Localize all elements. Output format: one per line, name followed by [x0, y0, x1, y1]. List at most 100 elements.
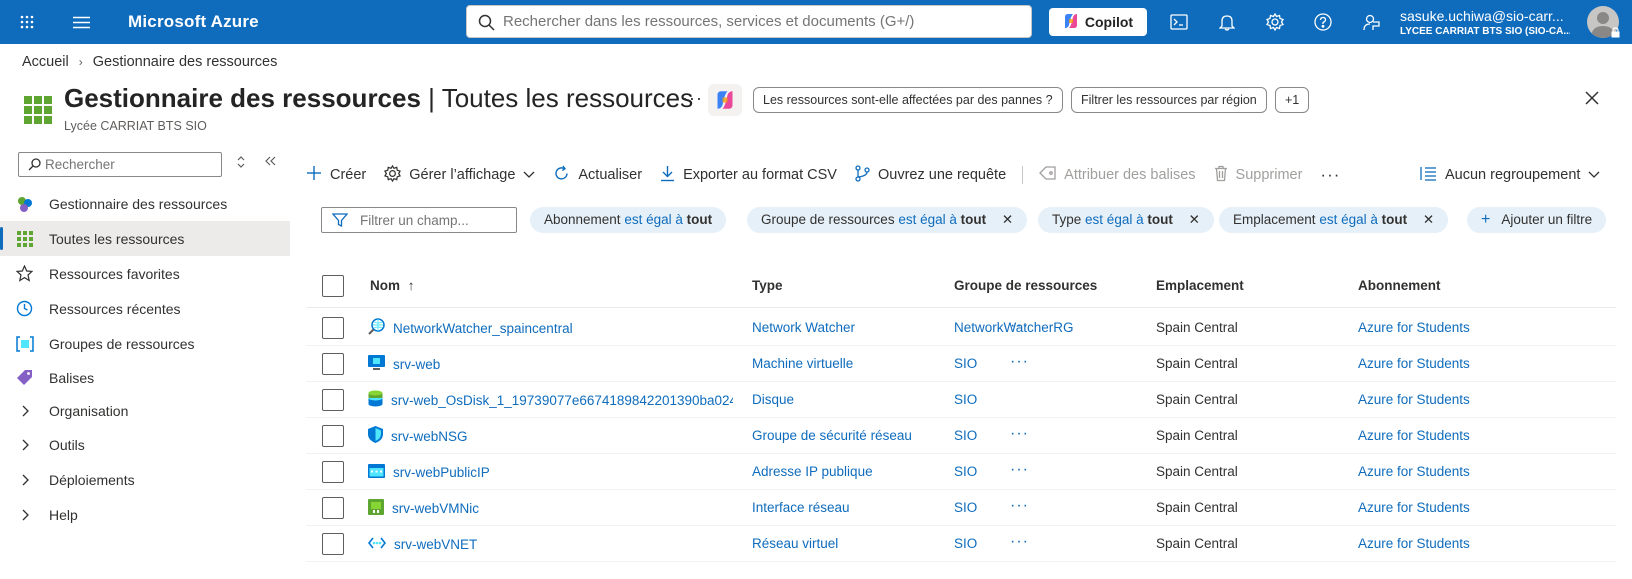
cell-subscription[interactable]: Azure for Students [1358, 418, 1470, 454]
sidebar-search[interactable] [18, 152, 222, 177]
refresh-button[interactable]: Actualiser [553, 165, 642, 186]
manage-view-button[interactable]: Gérer l’affichage [384, 164, 535, 186]
assign-tags-button[interactable]: Attribuer des balises [1039, 166, 1196, 184]
cloud-shell-icon[interactable] [1164, 0, 1194, 44]
row-checkbox[interactable] [322, 533, 344, 555]
filter-chip-location[interactable]: Emplacement est égal à tout ✕ [1219, 207, 1449, 233]
copilot-suggestion-icon[interactable] [708, 84, 742, 116]
cell-type[interactable]: Groupe de sécurité réseau [752, 418, 912, 454]
sidebar-item-help[interactable]: Help [0, 497, 290, 532]
help-icon[interactable] [1308, 0, 1338, 44]
resource-name-link[interactable]: srv-web [393, 357, 440, 372]
row-checkbox[interactable] [322, 317, 344, 339]
cell-group[interactable]: SIO [954, 454, 977, 490]
collapse-sidebar-icon[interactable] [264, 155, 276, 170]
col-group-header[interactable]: Groupe de ressources [954, 278, 1097, 293]
cell-subscription[interactable]: Azure for Students [1358, 382, 1470, 418]
sidebar-item-resource-manager[interactable]: Gestionnaire des ressources [0, 186, 290, 221]
add-filter-button[interactable]: + Ajouter un filtre [1467, 207, 1607, 233]
resource-name-link[interactable]: NetworkWatcher_spaincentral [393, 321, 573, 336]
cell-type[interactable]: Disque [752, 382, 794, 418]
close-icon[interactable] [1584, 90, 1600, 109]
resource-name-link[interactable]: srv-webNSG [391, 429, 468, 444]
sidebar-item-resource-groups[interactable]: Groupes de ressources [0, 326, 290, 361]
resource-name-link[interactable]: srv-webVNET [394, 537, 477, 552]
row-checkbox[interactable] [322, 353, 344, 375]
cell-subscription[interactable]: Azure for Students [1358, 526, 1470, 562]
filter-field-input[interactable] [360, 208, 510, 232]
filter-chip-resource-group[interactable]: Groupe de ressources est égal à tout ✕ [747, 207, 1028, 233]
chip-close-icon[interactable]: ✕ [1002, 212, 1013, 227]
global-search-input[interactable] [503, 7, 1023, 36]
export-csv-button[interactable]: Exporter au format CSV [660, 165, 837, 186]
cell-group[interactable]: NetworkWatcherRG [954, 310, 1074, 346]
row-more-button[interactable]: ··· [1010, 454, 1029, 486]
cell-subscription[interactable]: Azure for Students [1358, 310, 1470, 346]
breadcrumb-home[interactable]: Accueil [22, 54, 69, 70]
filter-field[interactable] [321, 207, 517, 233]
cell-type[interactable]: Network Watcher [752, 310, 855, 346]
cell-subscription[interactable]: Azure for Students [1358, 454, 1470, 490]
chip-close-icon[interactable]: ✕ [1423, 212, 1434, 227]
resource-name-link[interactable]: srv-webVMNic [392, 501, 479, 516]
table-row[interactable]: NetworkWatcher_spaincentral ··· Network … [306, 310, 1616, 346]
table-row[interactable]: srv-webVMNic ··· Interface réseau SIO Sp… [306, 490, 1616, 526]
row-checkbox[interactable] [322, 389, 344, 411]
table-row[interactable]: srv-web_OsDisk_1_19739077e66741898422013… [306, 382, 1616, 418]
sidebar-item-all-resources[interactable]: Toutes les ressources [0, 221, 290, 256]
sidebar-item-organisation[interactable]: Organisation [0, 393, 290, 428]
resource-name-link[interactable]: srv-web_OsDisk_1_19739077e66741898422013… [391, 393, 733, 408]
cell-group[interactable]: SIO [954, 526, 977, 562]
row-more-button[interactable]: ··· [1010, 526, 1029, 558]
notifications-bell-icon[interactable] [1212, 0, 1242, 44]
sidebar-item-tags[interactable]: Balises [0, 360, 290, 395]
sidebar-item-tools[interactable]: Outils [0, 427, 290, 462]
cell-subscription[interactable]: Azure for Students [1358, 346, 1470, 382]
chip-close-icon[interactable]: ✕ [1189, 212, 1200, 227]
breadcrumb-current[interactable]: Gestionnaire des ressources [93, 54, 278, 70]
delete-button[interactable]: Supprimer [1214, 165, 1302, 186]
table-row[interactable]: srv-webNSG ··· Groupe de sécurité réseau… [306, 418, 1616, 454]
sidebar-item-favorites[interactable]: Ressources favorites [0, 256, 290, 291]
cell-group[interactable]: SIO [954, 382, 977, 418]
table-row[interactable]: srv-webPublicIP ··· Adresse IP publique … [306, 454, 1616, 490]
app-launcher-icon[interactable] [14, 0, 40, 44]
pill-outages[interactable]: Les ressources sont-elle affectées par d… [753, 87, 1063, 113]
settings-gear-icon[interactable] [1260, 0, 1290, 44]
feedback-icon[interactable] [1356, 0, 1386, 44]
sort-updown-icon[interactable] [236, 155, 246, 172]
row-more-button[interactable]: ··· [1010, 346, 1029, 378]
col-subscription-header[interactable]: Abonnement [1358, 278, 1441, 293]
copilot-button[interactable]: Copilot [1049, 8, 1147, 36]
row-more-button[interactable]: ··· [1010, 490, 1029, 522]
cell-type[interactable]: Machine virtuelle [752, 346, 853, 382]
table-row[interactable]: srv-web ··· Machine virtuelle SIO Spain … [306, 346, 1616, 382]
sidebar-item-recent[interactable]: Ressources récentes [0, 291, 290, 326]
hamburger-menu-icon[interactable] [68, 0, 94, 44]
filter-chip-type[interactable]: Type est égal à tout ✕ [1038, 207, 1214, 233]
cell-type[interactable]: Réseau virtuel [752, 526, 838, 562]
open-query-button[interactable]: Ouvrez une requête [855, 164, 1006, 186]
filter-chip-subscription[interactable]: Abonnement est égal à tout [530, 207, 727, 233]
brand-title[interactable]: Microsoft Azure [128, 0, 259, 44]
col-location-header[interactable]: Emplacement [1156, 278, 1244, 293]
toolbar-more-button[interactable]: ··· [1320, 165, 1340, 185]
row-more-button[interactable]: ··· [1010, 418, 1029, 450]
pill-more[interactable]: +1 [1275, 87, 1310, 113]
create-button[interactable]: Créer [306, 165, 366, 185]
sidebar-search-input[interactable] [45, 153, 215, 176]
global-search[interactable] [466, 5, 1032, 38]
cell-group[interactable]: SIO [954, 490, 977, 526]
cell-type[interactable]: Adresse IP publique [752, 454, 873, 490]
cell-type[interactable]: Interface réseau [752, 490, 850, 526]
pill-region[interactable]: Filtrer les ressources par région [1071, 87, 1267, 113]
table-row[interactable]: srv-webVNET ··· Réseau virtuel SIO Spain… [306, 526, 1616, 562]
row-checkbox[interactable] [322, 425, 344, 447]
row-checkbox[interactable] [322, 497, 344, 519]
col-name-header[interactable]: Nom ↑ [370, 278, 415, 293]
account-info[interactable]: sasuke.uchiwa@sio-carr... LYCÉE CARRIAT … [1400, 8, 1570, 37]
cell-subscription[interactable]: Azure for Students [1358, 490, 1470, 526]
row-checkbox[interactable] [322, 461, 344, 483]
cell-group[interactable]: SIO [954, 346, 977, 382]
resource-name-link[interactable]: srv-webPublicIP [393, 465, 490, 480]
